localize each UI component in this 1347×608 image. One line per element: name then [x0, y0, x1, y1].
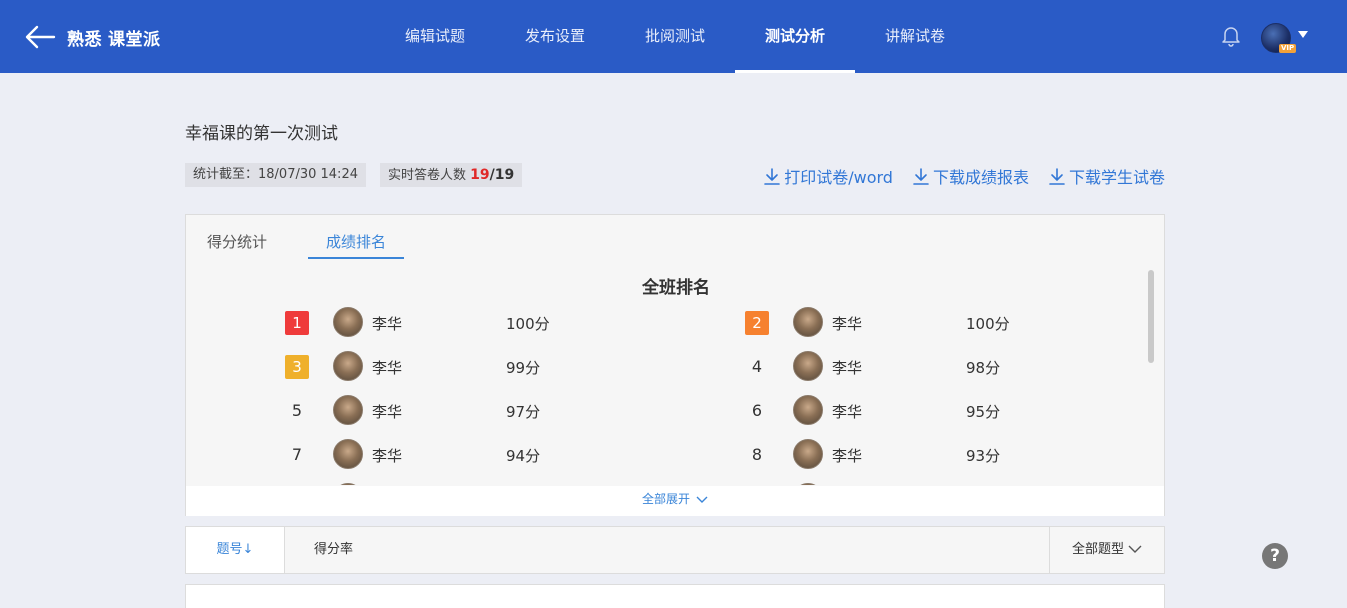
rank-entry: 5 李华 97分	[285, 395, 625, 427]
nav-explain-paper[interactable]: 讲解试卷	[855, 0, 975, 73]
print-paper-link[interactable]: 打印试卷/word	[764, 164, 893, 188]
student-score: 93分	[966, 447, 1001, 465]
stat-time-tag: 统计截至：18/07/30 14:24	[185, 163, 366, 187]
student-name: 李华	[372, 403, 403, 421]
student-name: 李华	[832, 403, 863, 421]
student-score: 100分	[506, 315, 550, 333]
caret-down-icon[interactable]	[1298, 31, 1308, 39]
sort-question-number[interactable]: 题号↓	[186, 527, 285, 573]
rank-badge: 1	[285, 311, 309, 335]
student-score: 98分	[966, 359, 1001, 377]
rank-entry: 2 李华 100分	[745, 307, 1085, 339]
rank-entry: 8 李华 93分	[745, 439, 1085, 471]
rank-entry: 1 李华 100分	[285, 307, 625, 339]
download-icon	[764, 167, 781, 185]
download-score-report-label: 下载成绩报表	[932, 168, 1029, 187]
answer-total: 19	[494, 167, 515, 183]
avatar	[333, 351, 363, 381]
rank-entry: 3 李华 99分	[285, 351, 625, 383]
brand-part2: 课堂派	[108, 30, 161, 50]
download-student-papers-link[interactable]: 下载学生试卷	[1049, 164, 1165, 188]
expand-all-label: 全部展开	[641, 492, 690, 506]
expand-all-button[interactable]: 全部展开	[186, 486, 1164, 516]
vip-badge: VIP	[1279, 44, 1297, 53]
rank-number: 5	[291, 401, 303, 420]
rank-number: 4	[751, 357, 763, 376]
brand-logo[interactable]: 熟悉 课堂派	[67, 25, 161, 50]
download-student-papers-label: 下载学生试卷	[1068, 168, 1165, 187]
rank-entry: 6 李华 95分	[745, 395, 1085, 427]
avatar	[793, 351, 823, 381]
avatar	[333, 439, 363, 469]
test-title: 幸福课的第一次测试	[185, 124, 338, 144]
question-list-panel	[185, 584, 1165, 608]
back-arrow-icon[interactable]	[24, 24, 56, 50]
student-score: 97分	[506, 403, 541, 421]
tab-ranking[interactable]: 成绩排名	[308, 231, 404, 259]
student-name: 李华	[832, 315, 863, 333]
rank-entry: 7 李华 94分	[285, 439, 625, 471]
tab-score-stats[interactable]: 得分统计	[207, 231, 267, 259]
chevron-down-icon	[696, 496, 708, 503]
student-score: 94分	[506, 447, 541, 465]
avatar	[793, 439, 823, 469]
question-filter-bar: 题号↓ 得分率 全部题型	[185, 526, 1165, 574]
student-score: 100分	[966, 315, 1010, 333]
nav-edit-questions[interactable]: 编辑试题	[375, 0, 495, 73]
nav-grading[interactable]: 批阅测试	[615, 0, 735, 73]
student-name: 李华	[832, 359, 863, 377]
student-score: 95分	[966, 403, 1001, 421]
student-name: 李华	[372, 359, 403, 377]
student-name: 李华	[832, 447, 863, 465]
student-name: 李华	[372, 447, 403, 465]
rank-number: 7	[291, 445, 303, 464]
answer-count-label: 实时答卷人数	[388, 168, 471, 183]
avatar	[793, 307, 823, 337]
rank-badge: 2	[745, 311, 769, 335]
rank-number: 6	[751, 401, 763, 420]
chevron-down-icon	[1128, 545, 1142, 553]
avatar	[333, 307, 363, 337]
student-score: 99分	[506, 359, 541, 377]
action-links: 打印试卷/word 下载成绩报表 下载学生试卷	[764, 164, 1165, 188]
nav-test-analysis[interactable]: 测试分析	[735, 0, 855, 73]
question-type-dropdown[interactable]: 全部题型	[1049, 527, 1164, 573]
brand-part1: 熟悉	[67, 30, 102, 50]
question-type-label: 全部题型	[1071, 542, 1124, 557]
avatar	[793, 483, 823, 485]
avatar	[333, 483, 363, 485]
rank-number: 8	[751, 445, 763, 464]
rank-entry: 4 李华 98分	[745, 351, 1085, 383]
main-nav: 编辑试题 发布设置 批阅测试 测试分析 讲解试卷	[375, 0, 975, 73]
ranking-card: 得分统计 成绩排名 全班排名 1 李华 100分 2 李华 100分 3 李华 …	[185, 214, 1165, 516]
help-icon[interactable]: ?	[1262, 543, 1288, 569]
bell-icon[interactable]	[1221, 25, 1241, 47]
rank-entry: 10 李华	[745, 483, 1085, 485]
ranking-list: 得分统计 成绩排名 全班排名 1 李华 100分 2 李华 100分 3 李华 …	[186, 215, 1166, 485]
print-paper-label: 打印试卷/word	[784, 168, 893, 187]
download-icon	[1049, 167, 1065, 185]
download-score-report-link[interactable]: 下载成绩报表	[913, 164, 1029, 188]
rank-entry: 9 李华	[285, 483, 625, 485]
avatar	[793, 395, 823, 425]
answer-count: 19	[470, 167, 490, 183]
sort-score-rate[interactable]: 得分率	[314, 527, 353, 573]
rank-badge: 3	[285, 355, 309, 379]
top-navigation-bar: 熟悉 课堂派 编辑试题 发布设置 批阅测试 测试分析 讲解试卷 VIP	[0, 0, 1347, 73]
answer-count-tag: 实时答卷人数 19/19	[380, 163, 523, 187]
student-name: 李华	[372, 315, 403, 333]
ranking-heading: 全班排名	[642, 278, 710, 298]
ranking-scrollbar[interactable]	[1148, 270, 1154, 363]
download-icon	[913, 167, 929, 185]
avatar	[333, 395, 363, 425]
nav-publish-settings[interactable]: 发布设置	[495, 0, 615, 73]
